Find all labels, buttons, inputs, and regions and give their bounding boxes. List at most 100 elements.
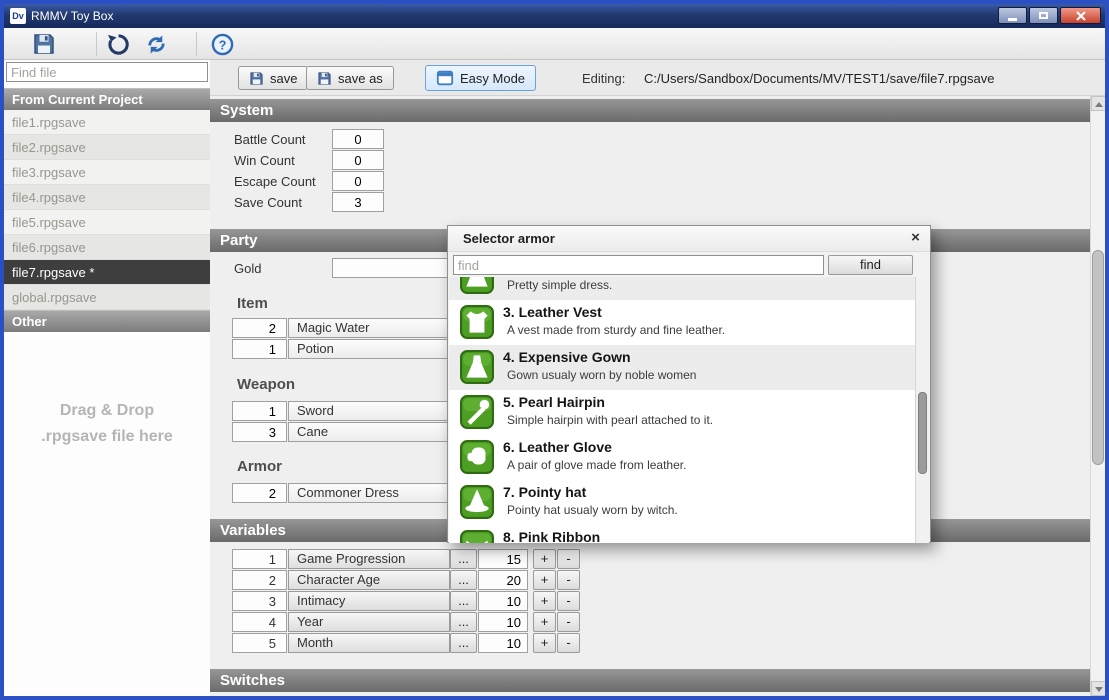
variable-more-button[interactable]: ... [450, 612, 477, 632]
variable-value-input[interactable] [478, 570, 528, 590]
armor-list-item[interactable]: 4. Expensive Gown Gown usualy worn by no… [449, 345, 916, 390]
dropzone-line2: .rpgsave file here [41, 428, 173, 445]
editing-path: C:/Users/Sandbox/Documents/MV/TEST1/save… [644, 71, 995, 86]
window-frame: Dv RMMV Toy Box ? Find file From Current… [4, 4, 1105, 696]
dialog-scrollbar-thumb[interactable] [918, 392, 927, 474]
variable-value-input[interactable] [478, 549, 528, 569]
sidebar-section-other: Other [4, 310, 210, 332]
dropzone-line1: Drag & Drop [59, 402, 155, 420]
variable-name-box[interactable]: Month [288, 633, 450, 653]
armor-list-item[interactable]: Pretty simple dress. [449, 277, 916, 300]
weapon-count-input[interactable] [232, 401, 287, 421]
variable-row: 4 Year ... + - [210, 612, 1090, 633]
armor-count-input[interactable] [232, 483, 287, 503]
variable-value-input[interactable] [478, 633, 528, 653]
armor-item-desc: Simple hairpin with pearl attached to it… [507, 413, 714, 427]
variable-more-button[interactable]: ... [450, 591, 477, 611]
toolbar-separator [196, 32, 197, 56]
armor-item-title: 4. Expensive Gown [503, 349, 631, 365]
vertical-scrollbar[interactable] [1090, 96, 1105, 696]
arrow-down-icon [1095, 687, 1103, 692]
minimize-button[interactable] [998, 7, 1027, 24]
system-row: Escape Count [210, 171, 1090, 192]
file-item[interactable]: file1.rpgsave [4, 110, 210, 135]
variable-decrement-button[interactable]: - [557, 591, 580, 611]
variable-id: 1 [232, 549, 287, 569]
variable-name-box[interactable]: Game Progression [288, 549, 450, 569]
variable-id: 5 [232, 633, 287, 653]
variable-name-box[interactable]: Intimacy [288, 591, 450, 611]
easy-mode-button[interactable]: Easy Mode [425, 65, 537, 91]
armor-list-item[interactable]: 3. Leather Vest A vest made from sturdy … [449, 300, 916, 345]
dialog-scrollbar[interactable] [915, 277, 929, 543]
maximize-button[interactable] [1029, 7, 1058, 24]
titlebar[interactable]: Dv RMMV Toy Box [4, 4, 1105, 28]
variable-more-button[interactable]: ... [450, 633, 477, 653]
item-count-input[interactable] [232, 318, 287, 338]
ribbon-icon [460, 530, 494, 543]
scrollbar-thumb[interactable] [1092, 250, 1104, 465]
armor-list-item[interactable]: 8. Pink Ribbon [449, 525, 916, 543]
close-button[interactable] [1060, 7, 1101, 24]
armor-list-item[interactable]: 6. Leather Glove A pair of glove made fr… [449, 435, 916, 480]
file-item[interactable]: file2.rpgsave [4, 135, 210, 160]
refresh-icon [147, 34, 165, 54]
file-item[interactable]: file3.rpgsave [4, 160, 210, 185]
variable-more-button[interactable]: ... [450, 570, 477, 590]
section-header-system: System [210, 99, 1090, 122]
dialog-close-button[interactable]: × [906, 229, 925, 248]
editor-toolbar: save save as Easy Mode Editing: C:/Users… [210, 60, 1105, 96]
find-file-input[interactable] [6, 62, 208, 82]
variable-decrement-button[interactable]: - [557, 612, 580, 632]
item-subheader: Item [237, 295, 268, 312]
refresh-toolbar-button[interactable] [142, 31, 170, 57]
variable-increment-button[interactable]: + [533, 612, 556, 632]
variable-row: 3 Intimacy ... + - [210, 591, 1090, 612]
variable-decrement-button[interactable]: - [557, 549, 580, 569]
close-icon: × [911, 229, 920, 246]
file-item[interactable]: file4.rpgsave [4, 185, 210, 210]
file-item-selected[interactable]: file7.rpgsave * [4, 260, 210, 285]
save-as-button[interactable]: save as [306, 66, 394, 90]
file-item[interactable]: file5.rpgsave [4, 210, 210, 235]
file-item[interactable]: global.rpgsave [4, 285, 210, 310]
save-toolbar-button[interactable] [30, 31, 58, 57]
item-count-input[interactable] [232, 339, 287, 359]
window-title: RMMV Toy Box [31, 9, 114, 23]
variable-increment-button[interactable]: + [533, 549, 556, 569]
system-row: Win Count [210, 150, 1090, 171]
dialog-find-button[interactable]: find [828, 255, 913, 275]
weapon-count-input[interactable] [232, 422, 287, 442]
variable-decrement-button[interactable]: - [557, 633, 580, 653]
variable-increment-button[interactable]: + [533, 633, 556, 653]
armor-list-item[interactable]: 5. Pearl Hairpin Simple hairpin with pea… [449, 390, 916, 435]
dialog-titlebar[interactable]: Selector armor × [448, 226, 930, 252]
hat-icon [460, 485, 494, 519]
save-count-input[interactable] [332, 192, 384, 212]
battle-count-label: Battle Count [234, 132, 306, 147]
save-button[interactable]: save [238, 66, 309, 90]
maximize-icon [1039, 12, 1048, 19]
variable-name-box[interactable]: Year [288, 612, 450, 632]
armor-item-title: 5. Pearl Hairpin [503, 394, 605, 410]
escape-count-input[interactable] [332, 171, 384, 191]
save-button-label: save [270, 70, 298, 86]
dialog-find-input[interactable] [453, 255, 824, 275]
scroll-up-button[interactable] [1091, 96, 1105, 111]
armor-list-item[interactable]: 7. Pointy hat Pointy hat usualy worn by … [449, 480, 916, 525]
variable-more-button[interactable]: ... [450, 549, 477, 569]
variable-value-input[interactable] [478, 591, 528, 611]
variable-value-input[interactable] [478, 612, 528, 632]
reload-toolbar-button[interactable] [104, 31, 132, 57]
help-toolbar-button[interactable]: ? [208, 31, 236, 57]
variable-name-box[interactable]: Character Age [288, 570, 450, 590]
variable-increment-button[interactable]: + [533, 591, 556, 611]
win-count-input[interactable] [332, 150, 384, 170]
variable-decrement-button[interactable]: - [557, 570, 580, 590]
dropzone[interactable]: Drag & Drop .rpgsave file here [4, 332, 210, 696]
file-item[interactable]: file6.rpgsave [4, 235, 210, 260]
scroll-down-button[interactable] [1091, 681, 1105, 696]
battle-count-input[interactable] [332, 129, 384, 149]
variable-increment-button[interactable]: + [533, 570, 556, 590]
vest-icon [460, 305, 494, 339]
